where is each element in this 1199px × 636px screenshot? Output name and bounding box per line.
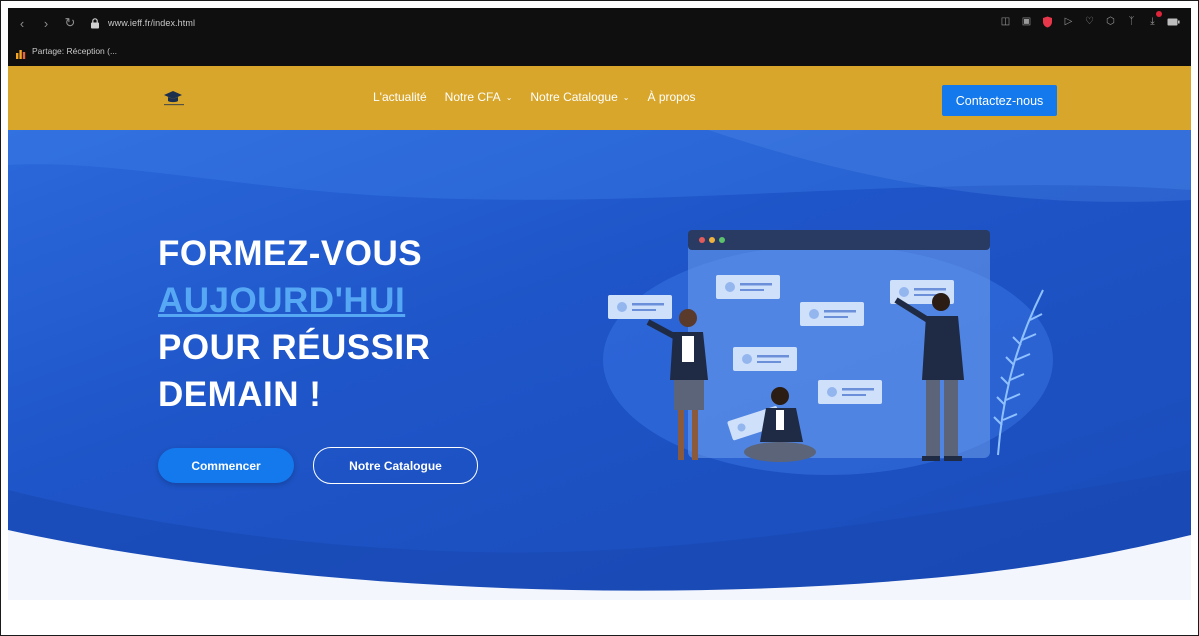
- nav-notre-cfa[interactable]: Notre CFA ⌄: [445, 90, 513, 104]
- headline-line-1: FORMEZ-VOUS: [158, 234, 423, 273]
- bookmark-link[interactable]: Partage: Réception (...: [32, 46, 117, 56]
- reload-icon[interactable]: ↻: [60, 13, 80, 33]
- cube-icon[interactable]: ⬡: [1103, 14, 1118, 29]
- download-icon[interactable]: ⤓: [1145, 11, 1162, 29]
- back-icon[interactable]: ‹: [12, 13, 32, 33]
- adblock-shield-icon[interactable]: [1040, 14, 1055, 29]
- chevron-down-icon: ⌄: [622, 92, 630, 102]
- headline-highlight: AUJOURD'HUI: [158, 281, 406, 320]
- person-icon[interactable]: ᛉ: [1124, 14, 1139, 29]
- heart-icon[interactable]: ♡: [1082, 14, 1097, 29]
- hero-illustration: [603, 230, 1053, 475]
- address-row: ‹ › ↻ www.ieff.fr/index.html ◫ ▣ ▷ ♡ ⬡ ᛉ…: [8, 8, 1191, 38]
- bookmarks-bar: Partage: Réception (...: [8, 40, 117, 62]
- headline-line-3: POUR RÉUSSIR: [158, 328, 431, 367]
- headline-line-4: DEMAIN !: [158, 375, 322, 414]
- contact-button[interactable]: Contactez-nous: [942, 85, 1057, 116]
- camera-icon[interactable]: ▣: [1019, 14, 1034, 29]
- send-icon[interactable]: ▷: [1061, 14, 1076, 29]
- forward-icon[interactable]: ›: [36, 13, 56, 33]
- nav-notre-catalogue[interactable]: Notre Catalogue ⌄: [530, 90, 629, 104]
- browser-toolbar: ◫ ▣ ▷ ♡ ⬡ ᛉ ⤓: [998, 11, 1181, 29]
- main-nav: L'actualité Notre CFA ⌄ Notre Catalogue ⌄ …: [373, 90, 696, 104]
- image-search-icon[interactable]: ◫: [998, 14, 1013, 29]
- nav-label: L'actualité: [373, 90, 427, 104]
- bookmark-favicon-icon: [16, 46, 28, 59]
- nav-a-propos[interactable]: À propos: [647, 90, 695, 104]
- nav-label: Notre CFA: [444, 90, 501, 104]
- nav-label: À propos: [647, 90, 696, 104]
- site-logo[interactable]: [161, 89, 187, 107]
- hero-headline: FORMEZ-VOUS AUJOURD'HUI POUR RÉUSSIR DEM…: [158, 230, 430, 418]
- lock-icon: [90, 17, 100, 29]
- battery-icon: [1166, 14, 1181, 29]
- site-header: L'actualité Notre CFA ⌄ Notre Catalogue ⌄ …: [8, 66, 1191, 130]
- url-field[interactable]: www.ieff.fr/index.html: [108, 18, 195, 28]
- catalogue-button[interactable]: Notre Catalogue: [313, 447, 478, 484]
- browser-chrome: ‹ › ↻ www.ieff.fr/index.html ◫ ▣ ▷ ♡ ⬡ ᛉ…: [8, 8, 1191, 66]
- chevron-down-icon: ⌄: [505, 92, 513, 102]
- nav-actualite[interactable]: L'actualité: [373, 90, 427, 104]
- hero-bottom-curve: [8, 530, 1191, 600]
- nav-label: Notre Catalogue: [530, 90, 618, 104]
- start-button[interactable]: Commencer: [158, 448, 294, 483]
